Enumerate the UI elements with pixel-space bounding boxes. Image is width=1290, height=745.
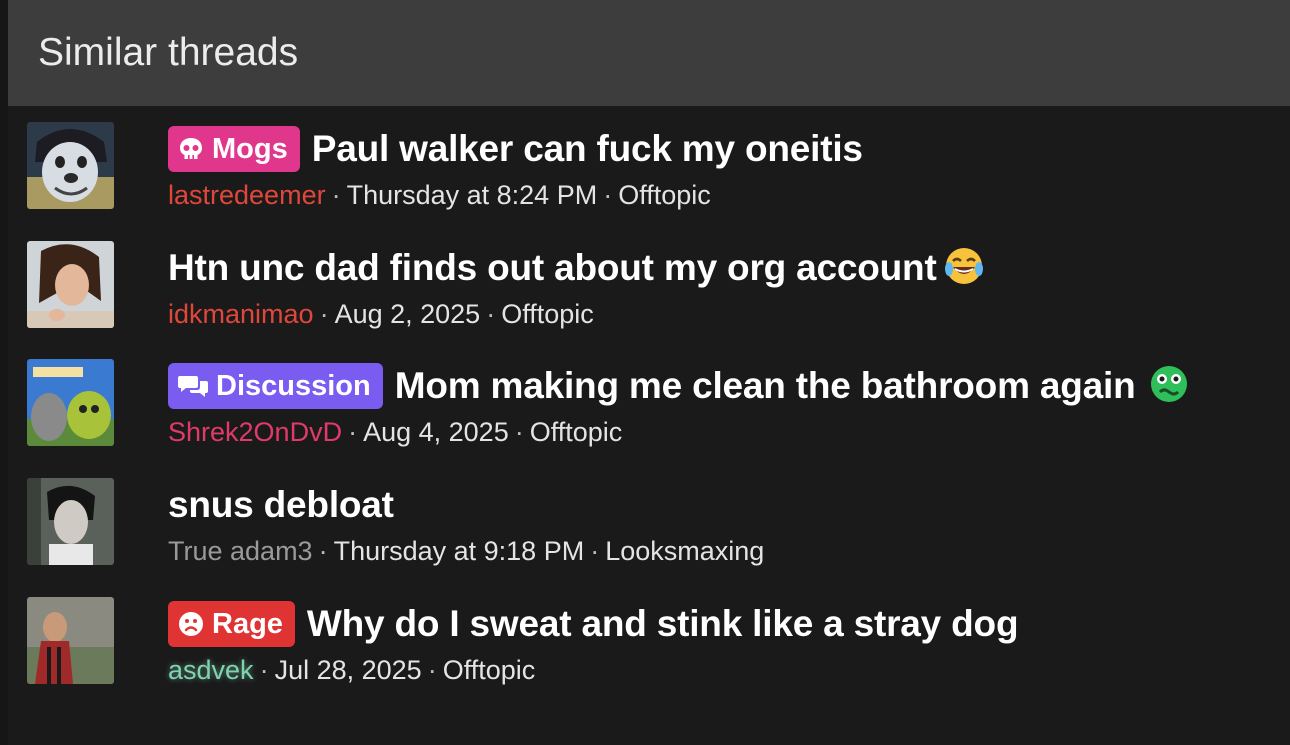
avatar[interactable]	[27, 478, 114, 565]
avatar[interactable]	[27, 597, 114, 684]
section-title: Similar threads	[38, 31, 299, 74]
thread-title-line: snus debloat	[168, 480, 394, 530]
thread-forum[interactable]: Offtopic	[530, 417, 623, 447]
thread-meta: Shrek2OnDvD · Aug 4, 2025 · Offtopic	[168, 415, 622, 449]
thread-date[interactable]: Jul 28, 2025	[275, 655, 422, 685]
chat-bubbles-icon	[178, 376, 208, 397]
prefix-badge-mogs[interactable]: Mogs	[168, 126, 300, 172]
thread-row[interactable]: Discussion Mom making me clean the bathr…	[0, 343, 1290, 461]
separator: ·	[427, 655, 437, 685]
separator: ·	[590, 536, 600, 566]
thread-title[interactable]: Why do I sweat and stink like a stray do…	[307, 603, 1019, 645]
similar-threads-header: Similar threads	[8, 0, 1290, 106]
nauseated-face-emoji-icon	[1149, 364, 1189, 409]
badge-label: Mogs	[212, 132, 288, 165]
laughing-crying-emoji-icon	[943, 245, 985, 292]
thread-author[interactable]: idkmanimao	[168, 299, 314, 329]
avatar[interactable]	[27, 122, 114, 209]
thread-date[interactable]: Thursday at 8:24 PM	[347, 180, 598, 210]
thread-row[interactable]: Mogs Paul walker can fuck my oneitis las…	[0, 106, 1290, 224]
separator: ·	[486, 299, 496, 329]
thread-forum[interactable]: Offtopic	[443, 655, 536, 685]
thread-title-line: Discussion Mom making me clean the bathr…	[168, 361, 1189, 411]
thread-meta: lastredeemer · Thursday at 8:24 PM · Offtopi…	[168, 178, 711, 212]
thread-meta: idkmanimao · Aug 2, 2025 · Offtopic	[168, 297, 594, 331]
thread-date[interactable]: Aug 2, 2025	[335, 299, 481, 329]
thread-forum[interactable]: Offtopic	[501, 299, 594, 329]
skull-icon	[180, 138, 202, 159]
separator: ·	[514, 417, 524, 447]
thread-title-line: Htn unc dad finds out about my org accou…	[168, 243, 985, 293]
thread-title-line: Mogs Paul walker can fuck my oneitis	[168, 124, 863, 174]
separator: ·	[318, 536, 328, 566]
thread-row[interactable]: Htn unc dad finds out about my org accou…	[0, 225, 1290, 343]
thread-date[interactable]: Thursday at 9:18 PM	[334, 536, 585, 566]
thread-row[interactable]: snus debloat True adam3 · Thursday at 9:18…	[0, 462, 1290, 580]
thread-row[interactable]: Rage Why do I sweat and stink like a str…	[0, 581, 1290, 699]
thread-title[interactable]: Paul walker can fuck my oneitis	[312, 128, 863, 170]
separator: ·	[331, 180, 341, 210]
badge-label: Discussion	[216, 369, 371, 402]
avatar[interactable]	[27, 359, 114, 446]
thread-title[interactable]: Htn unc dad finds out about my org accou…	[168, 247, 937, 289]
thread-forum[interactable]: Looksmaxing	[605, 536, 764, 566]
separator: ·	[603, 180, 613, 210]
thread-meta: True adam3 · Thursday at 9:18 PM · Looksmaxi…	[168, 534, 764, 568]
separator: ·	[348, 417, 358, 447]
frown-face-icon	[179, 612, 203, 636]
thread-title[interactable]: Mom making me clean the bathroom again	[395, 365, 1136, 407]
thread-author[interactable]: asdvek	[168, 655, 254, 685]
thread-title-line: Rage Why do I sweat and stink like a str…	[168, 599, 1019, 649]
prefix-badge-discussion[interactable]: Discussion	[168, 363, 383, 409]
thread-author[interactable]: lastredeemer	[168, 180, 326, 210]
thread-meta: asdvek · Jul 28, 2025 · Offtopic	[168, 653, 535, 687]
separator: ·	[259, 655, 269, 685]
thread-title[interactable]: snus debloat	[168, 484, 394, 526]
avatar[interactable]	[27, 241, 114, 328]
badge-label: Rage	[212, 607, 283, 640]
thread-author[interactable]: True adam3	[168, 536, 313, 566]
prefix-badge-rage[interactable]: Rage	[168, 601, 295, 647]
thread-forum[interactable]: Offtopic	[618, 180, 711, 210]
thread-author[interactable]: Shrek2OnDvD	[168, 417, 342, 447]
separator: ·	[319, 299, 329, 329]
thread-date[interactable]: Aug 4, 2025	[363, 417, 509, 447]
